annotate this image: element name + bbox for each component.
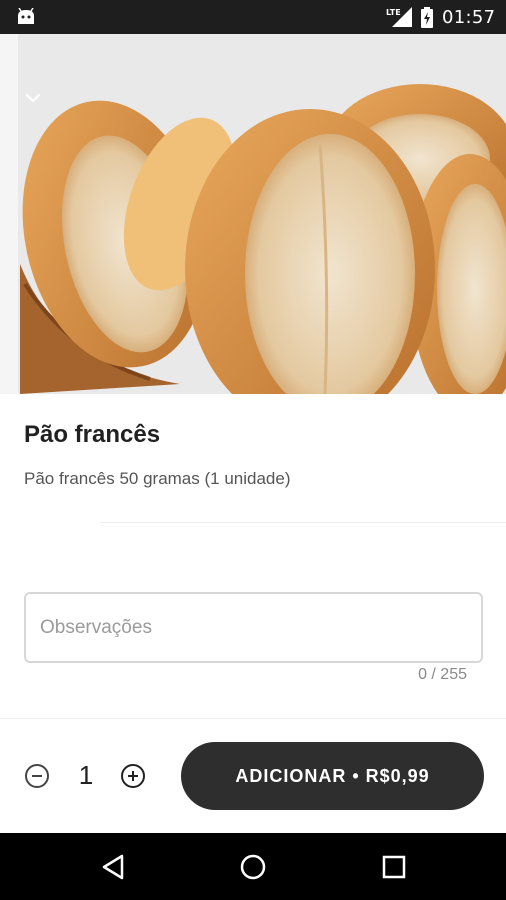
svg-text:LTE: LTE: [386, 8, 401, 17]
navigation-bar: [0, 833, 506, 900]
notes-char-counter: 0 / 255: [418, 666, 467, 683]
collapse-button[interactable]: [24, 92, 56, 124]
plus-circle-icon[interactable]: [120, 763, 146, 789]
product-title: Pão francês: [24, 421, 161, 448]
status-clock: 01:57: [442, 7, 496, 28]
add-to-cart-button[interactable]: ADICIONAR • R$0,99: [181, 742, 484, 810]
android-icon: [18, 8, 34, 24]
chevron-down-icon: [25, 93, 41, 103]
recents-icon[interactable]: [378, 851, 410, 883]
status-bar: LTE 01:57: [0, 0, 506, 34]
battery-charging-icon: [421, 7, 433, 28]
notes-field[interactable]: [24, 592, 483, 663]
french-bread-photo: [0, 34, 506, 394]
minus-circle-icon[interactable]: [24, 763, 50, 789]
lte-signal-icon: LTE: [386, 7, 412, 27]
product-description: Pão francês 50 gramas (1 unidade): [24, 469, 291, 488]
back-icon[interactable]: [98, 851, 130, 883]
add-button-label: ADICIONAR • R$0,99: [235, 765, 430, 786]
quantity-value: 1: [78, 760, 94, 790]
notes-input[interactable]: [40, 594, 470, 661]
divider: [0, 718, 506, 719]
product-image: [0, 34, 506, 394]
divider: [100, 522, 506, 523]
home-icon[interactable]: [237, 851, 269, 883]
